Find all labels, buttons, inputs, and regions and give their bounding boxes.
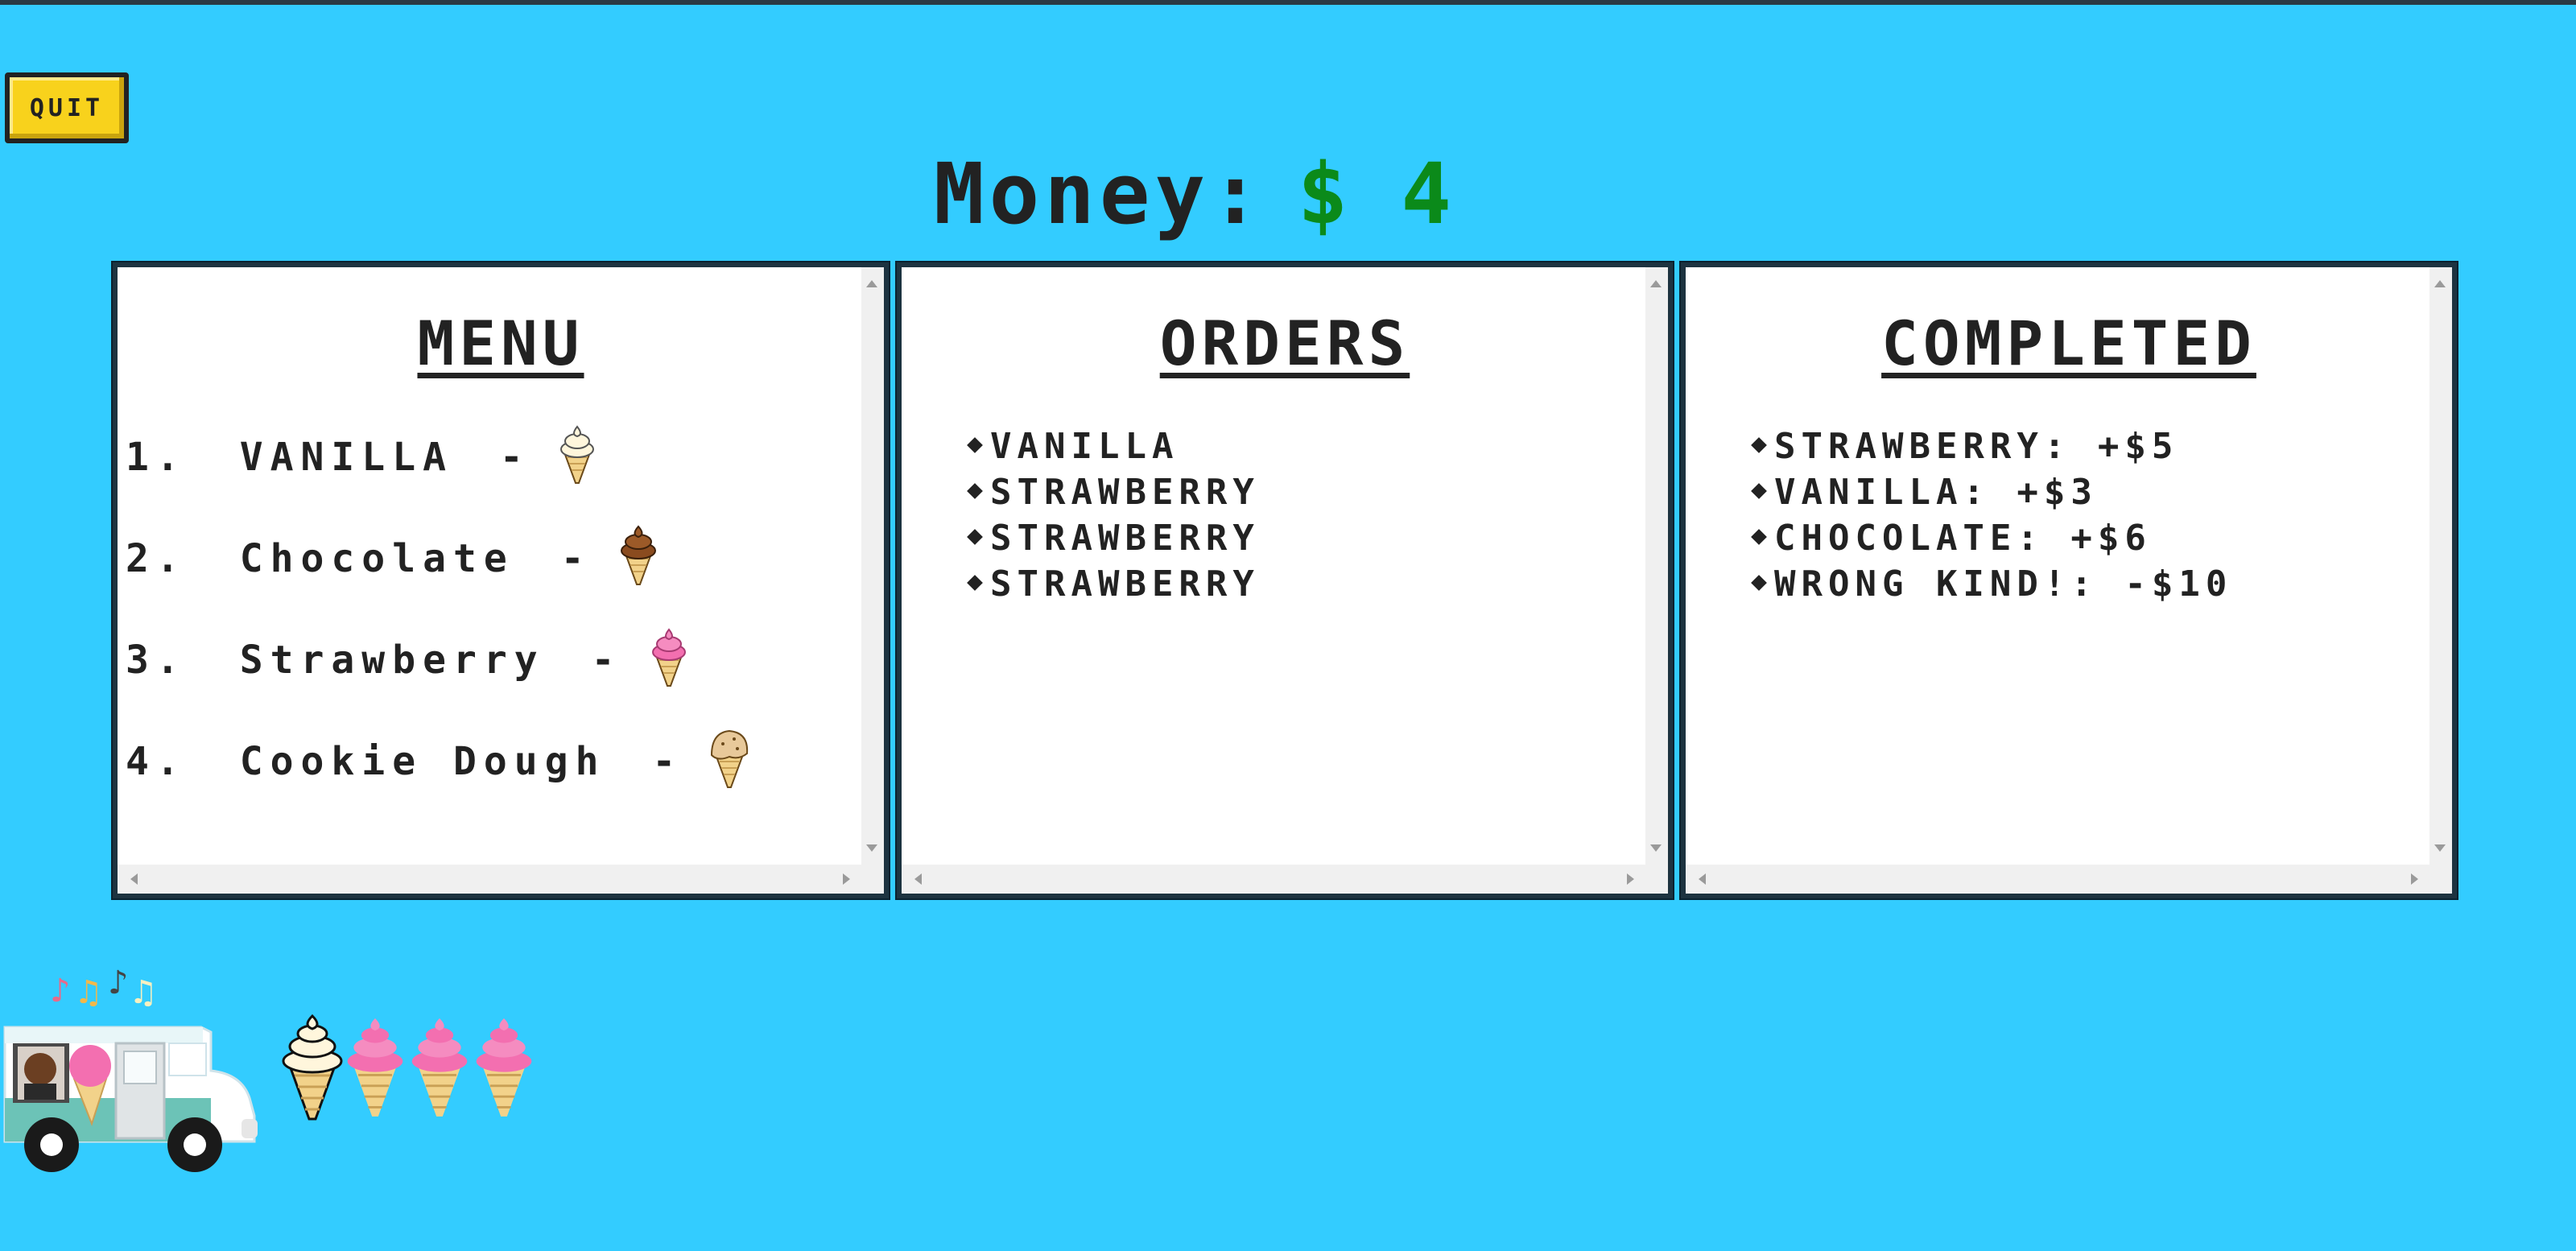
scroll-left-icon[interactable] bbox=[1699, 873, 1706, 885]
scroll-down-icon[interactable] bbox=[1650, 844, 1662, 852]
currency-symbol: $ bbox=[1297, 145, 1353, 243]
menu-item-dash: - bbox=[652, 739, 683, 784]
scroll-right-icon[interactable] bbox=[843, 873, 850, 885]
menu-item-number: 3. bbox=[126, 638, 187, 683]
scroll-down-icon[interactable] bbox=[2434, 844, 2446, 852]
ice-cream-truck-icon: ♪ ♫ ♪ ♫ bbox=[0, 964, 266, 1175]
menu-item-dash: - bbox=[591, 638, 622, 683]
strawberry-cone-icon bbox=[476, 1018, 532, 1117]
scroll-up-icon[interactable] bbox=[2434, 280, 2446, 287]
money-amount: 4 bbox=[1401, 145, 1456, 243]
svg-text:♪: ♪ bbox=[50, 972, 71, 1009]
completed-item: CHOCOLATE: +$6 bbox=[1753, 515, 2232, 561]
menu-item-vanilla: 1. VANILLA - bbox=[126, 420, 600, 494]
menu-panel[interactable]: MENU 1. VANILLA - 2. Chocolate - 3. Stra… bbox=[113, 262, 889, 898]
strawberry-cone-icon bbox=[347, 1018, 403, 1117]
scroll-left-icon[interactable] bbox=[914, 873, 922, 885]
completed-item: WRONG KIND!: -$10 bbox=[1753, 561, 2232, 607]
horizontal-scrollbar[interactable] bbox=[1686, 865, 2452, 894]
completed-title: COMPLETED bbox=[1881, 308, 2256, 379]
vanilla-cone-icon bbox=[282, 1014, 343, 1121]
vertical-scrollbar[interactable] bbox=[1645, 267, 1668, 865]
completed-item: STRAWBERRY: +$5 bbox=[1753, 423, 2232, 469]
menu-item-dash: - bbox=[560, 536, 592, 581]
svg-text:♫: ♫ bbox=[74, 974, 103, 1011]
menu-title: MENU bbox=[417, 308, 584, 379]
menu-item-chocolate: 2. Chocolate - bbox=[126, 522, 661, 596]
order-item: STRAWBERRY bbox=[969, 515, 1260, 561]
chocolate-cone-icon bbox=[616, 522, 661, 596]
svg-text:♫: ♫ bbox=[129, 974, 158, 1011]
money-value: $4 bbox=[1298, 145, 1456, 243]
strawberry-cone-icon bbox=[646, 623, 691, 697]
menu-item-number: 4. bbox=[126, 739, 187, 784]
top-border bbox=[0, 0, 2576, 5]
menu-item-name: Chocolate bbox=[239, 536, 514, 581]
menu-item-name: Strawberry bbox=[239, 638, 545, 683]
order-item: VANILLA bbox=[969, 423, 1260, 469]
quit-button[interactable]: QUIT bbox=[5, 72, 129, 143]
strawberry-cone-icon bbox=[411, 1018, 468, 1117]
scroll-left-icon[interactable] bbox=[130, 873, 138, 885]
orders-title: ORDERS bbox=[1159, 308, 1410, 379]
vertical-scrollbar[interactable] bbox=[861, 267, 884, 865]
scroll-up-icon[interactable] bbox=[1650, 280, 1662, 287]
completed-list: STRAWBERRY: +$5 VANILLA: +$3 CHOCOLATE: … bbox=[1753, 423, 2232, 607]
order-item: STRAWBERRY bbox=[969, 469, 1260, 515]
cookie-dough-cone-icon bbox=[707, 725, 752, 799]
scroll-right-icon[interactable] bbox=[2411, 873, 2418, 885]
scroll-down-icon[interactable] bbox=[866, 844, 877, 852]
completed-item: VANILLA: +$3 bbox=[1753, 469, 2232, 515]
cone-queue bbox=[279, 1013, 536, 1121]
money-display: Money: $4 bbox=[934, 145, 1456, 243]
menu-item-name: VANILLA bbox=[239, 435, 453, 480]
menu-item-number: 1. bbox=[126, 435, 187, 480]
orders-panel[interactable]: ORDERS VANILLA STRAWBERRY STRAWBERRY STR… bbox=[897, 262, 1673, 898]
scroll-right-icon[interactable] bbox=[1627, 873, 1634, 885]
music-notes-icon: ♪ ♫ ♪ ♫ bbox=[50, 964, 158, 1011]
menu-item-strawberry: 3. Strawberry - bbox=[126, 623, 691, 697]
horizontal-scrollbar[interactable] bbox=[118, 865, 884, 894]
menu-item-number: 2. bbox=[126, 536, 187, 581]
money-label: Money: bbox=[934, 145, 1265, 243]
vertical-scrollbar[interactable] bbox=[2429, 267, 2452, 865]
menu-item-name: Cookie Dough bbox=[239, 739, 606, 784]
menu-item-dash: - bbox=[499, 435, 530, 480]
vanilla-cone-icon bbox=[555, 420, 600, 494]
menu-item-cookie-dough: 4. Cookie Dough - bbox=[126, 725, 752, 799]
completed-panel[interactable]: COMPLETED STRAWBERRY: +$5 VANILLA: +$3 C… bbox=[1681, 262, 2457, 898]
orders-list: VANILLA STRAWBERRY STRAWBERRY STRAWBERRY bbox=[969, 423, 1260, 607]
scroll-up-icon[interactable] bbox=[866, 280, 877, 287]
svg-text:♪: ♪ bbox=[108, 966, 129, 1001]
horizontal-scrollbar[interactable] bbox=[902, 865, 1668, 894]
order-item: STRAWBERRY bbox=[969, 561, 1260, 607]
